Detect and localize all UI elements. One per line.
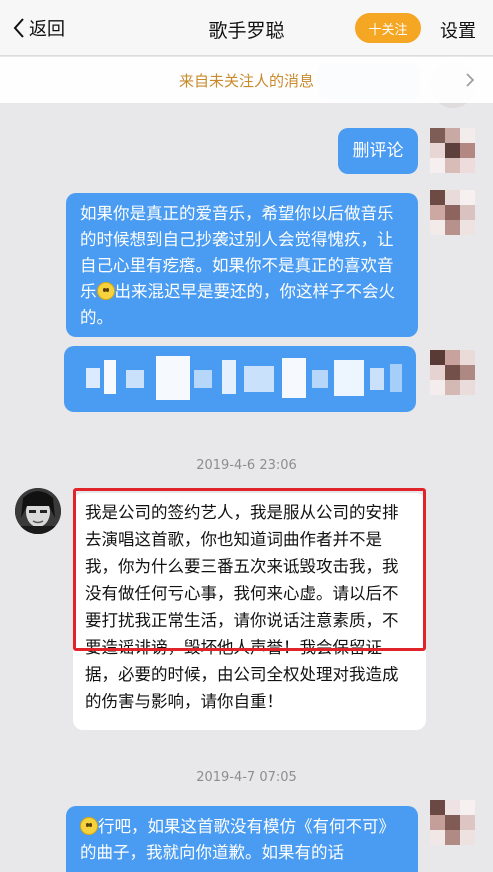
message-text: 行吧，如果这首歌没有模仿《有何不可》的曲子，我就向你道歉。如果有的话 <box>80 817 395 862</box>
pixelated-avatar <box>430 800 476 846</box>
avatar[interactable] <box>15 488 61 534</box>
message-text-continued: 出来混迟早是要还的，你这样子不会火的。 <box>80 282 395 327</box>
message-timestamp: 2019-4-6 23:06 <box>196 458 297 473</box>
pixelated-avatar <box>430 190 476 236</box>
message-bubble-outgoing-censored[interactable] <box>64 346 416 412</box>
stranger-message-notice[interactable]: 来自未关注人的消息 <box>0 57 493 103</box>
settings-button[interactable]: 设置 <box>440 17 476 43</box>
message-timestamp: 2019-4-7 07:05 <box>196 770 297 785</box>
pixelated-avatar <box>430 128 476 174</box>
message-text: 删评论 <box>352 141 404 161</box>
message-bubble-outgoing[interactable]: 如果你是真正的爱音乐，希望你以后做音乐的时候想到自己抄袭过别人会觉得愧疚，让自己… <box>66 193 418 337</box>
message-bubble-outgoing[interactable]: 删评论 <box>338 128 418 174</box>
message-bubble-outgoing[interactable]: 行吧，如果这首歌没有模仿《有何不可》的曲子，我就向你道歉。如果有的话 <box>66 806 418 872</box>
smile-emoji-icon <box>96 282 115 300</box>
pixelated-avatar <box>430 350 476 396</box>
top-nav-bar: 返回 歌手罗聪 十关注 设置 <box>0 0 493 56</box>
chevron-right-icon <box>466 73 475 87</box>
smile-emoji-icon <box>80 817 98 835</box>
follow-button[interactable]: 十关注 <box>355 13 421 43</box>
red-highlight-box <box>73 488 426 651</box>
notice-text: 来自未关注人的消息 <box>178 72 314 90</box>
singer-avatar-image <box>15 488 61 534</box>
